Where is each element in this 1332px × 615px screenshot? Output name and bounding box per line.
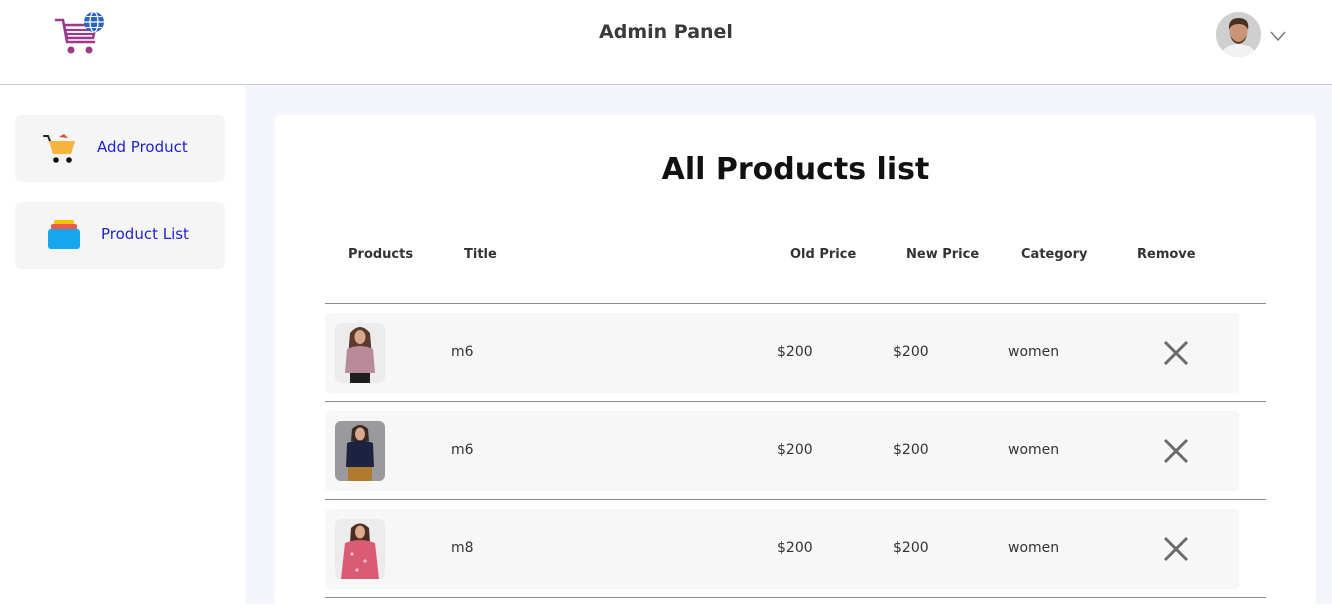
remove-icon[interactable]: [1163, 340, 1189, 366]
sidebar-item-add-product[interactable]: Add Product: [15, 115, 225, 182]
product-thumbnail: [335, 519, 385, 579]
product-title: m6: [451, 442, 474, 458]
column-header-products: Products: [348, 247, 414, 262]
remove-icon[interactable]: [1163, 438, 1189, 464]
chevron-down-icon[interactable]: [1270, 27, 1286, 42]
product-title: m8: [451, 540, 474, 556]
remove-icon[interactable]: [1163, 536, 1189, 562]
divider: [325, 499, 1266, 500]
product-title: m6: [451, 344, 474, 360]
product-new-price: $200: [893, 344, 929, 360]
sidebar-item-product-list[interactable]: Product List: [15, 202, 225, 269]
table-row: m6 $200 $200 women: [325, 313, 1239, 393]
shopping-cart-icon: [43, 132, 77, 166]
product-new-price: $200: [893, 540, 929, 556]
divider: [325, 401, 1266, 402]
product-list-card: All Products list Products Title Old Pri…: [275, 115, 1316, 615]
column-header-category: Category: [1021, 247, 1088, 262]
product-old-price: $200: [777, 540, 813, 556]
product-thumbnail: [335, 323, 385, 383]
sidebar-item-label: Add Product: [97, 138, 188, 156]
sidebar-item-label: Product List: [101, 225, 189, 243]
product-old-price: $200: [777, 344, 813, 360]
navbar: Admin Panel: [0, 0, 1332, 85]
divider: [325, 597, 1266, 598]
stacked-list-icon: [47, 219, 81, 253]
table-row: m6 $200 $200 women: [325, 411, 1239, 491]
product-category: women: [1008, 344, 1060, 360]
list-title: All Products list: [661, 152, 930, 187]
product-thumbnail: [335, 421, 385, 481]
product-category: women: [1008, 540, 1060, 556]
page-title: Admin Panel: [599, 21, 733, 43]
divider: [325, 303, 1266, 304]
column-header-new-price: New Price: [906, 247, 980, 262]
column-header-remove: Remove: [1137, 247, 1196, 262]
column-header-old-price: Old Price: [790, 247, 857, 262]
column-header-title: Title: [464, 247, 497, 262]
product-category: women: [1008, 442, 1060, 458]
product-new-price: $200: [893, 442, 929, 458]
user-avatar[interactable]: [1216, 12, 1261, 57]
product-old-price: $200: [777, 442, 813, 458]
sidebar: Add Product Product List: [0, 85, 245, 604]
table-row: m8 $200 $200 women: [325, 509, 1239, 589]
